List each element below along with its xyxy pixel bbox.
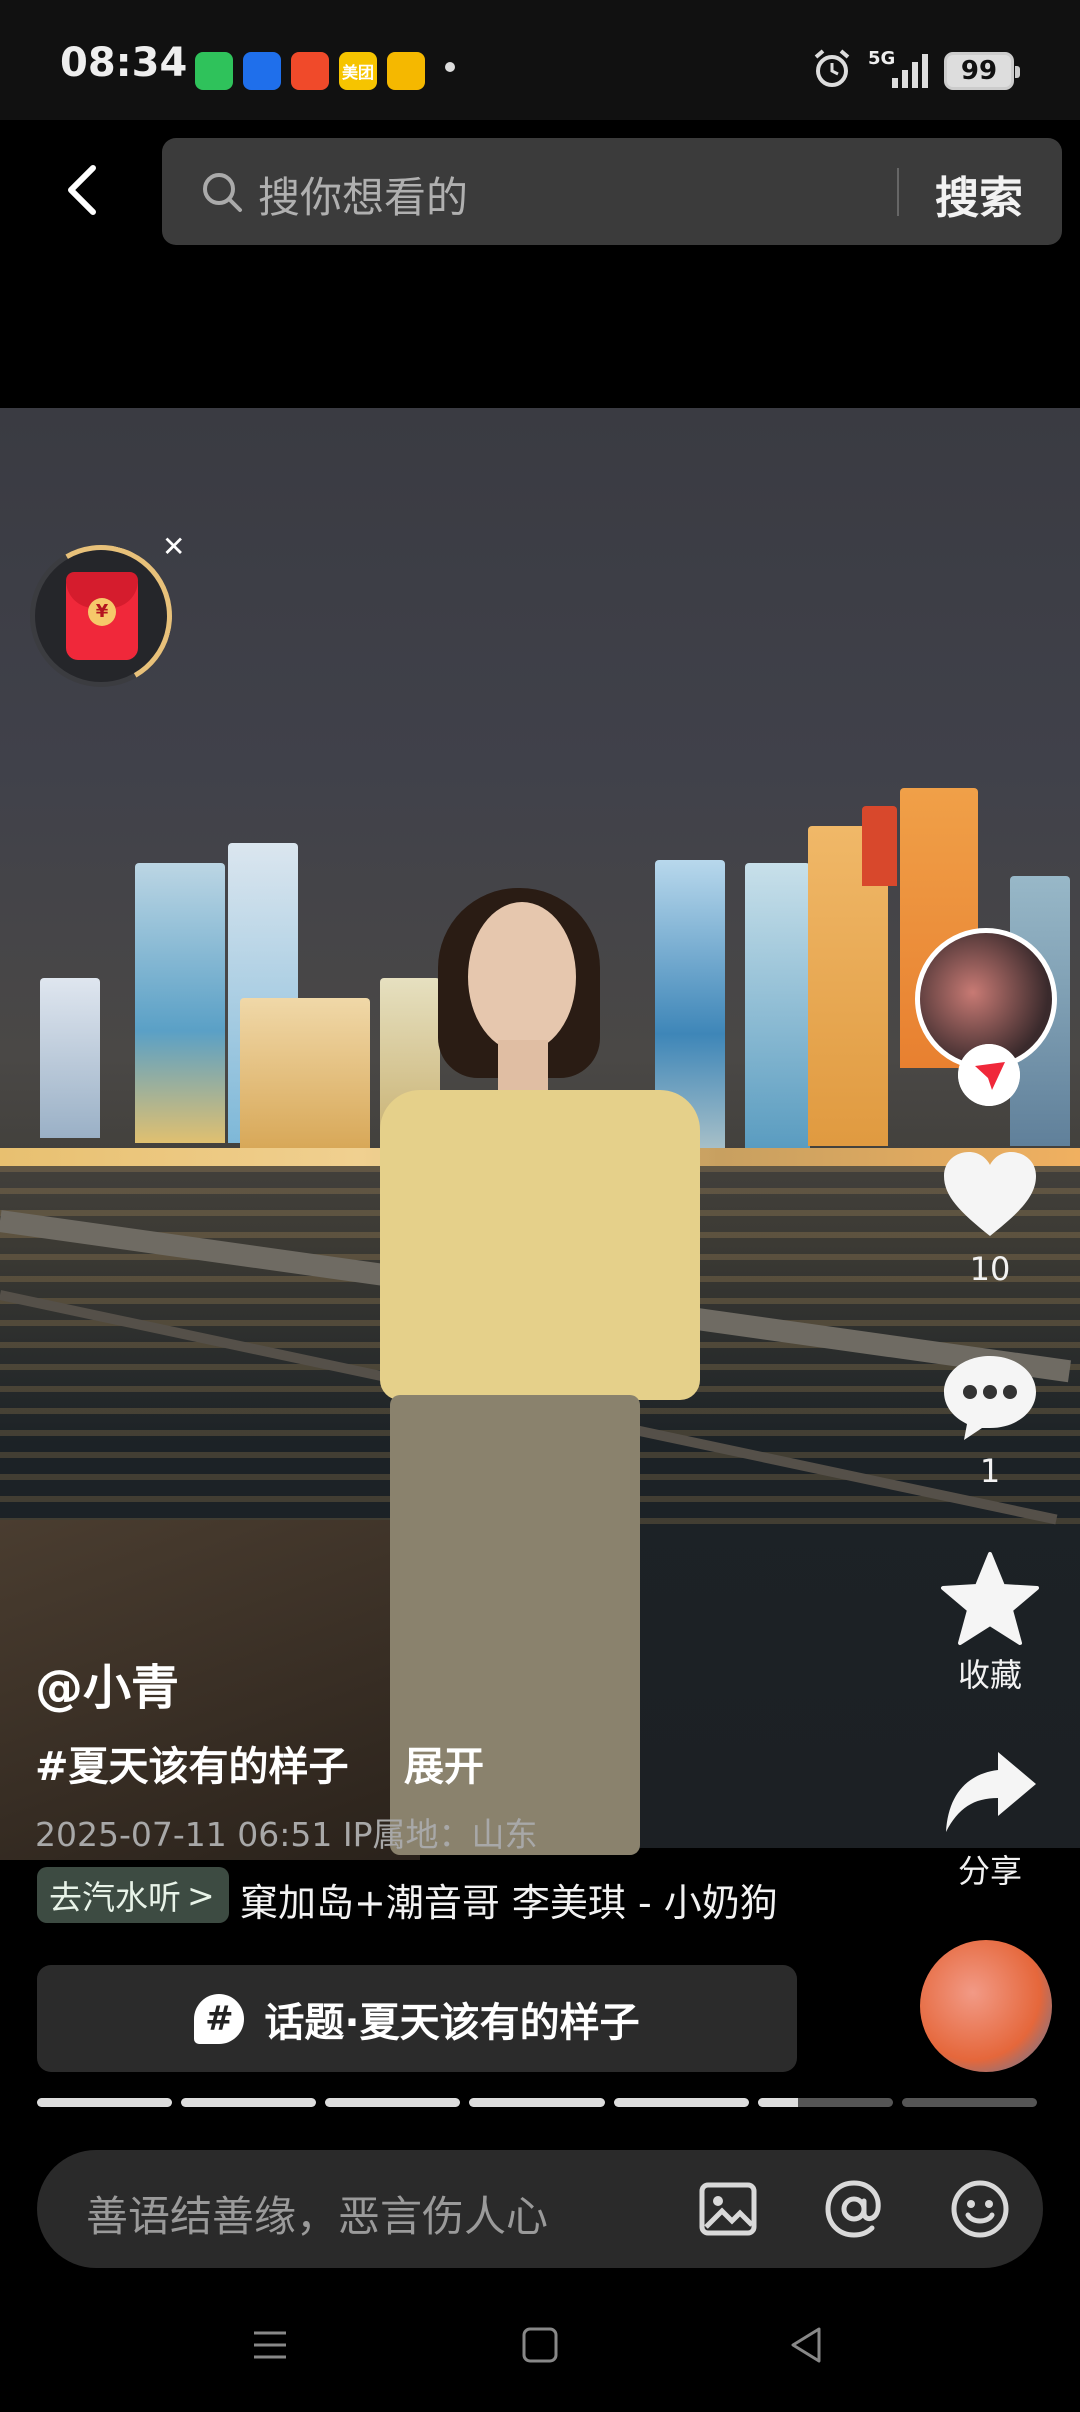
signal-icon: [892, 54, 928, 88]
progress-segment: [181, 2098, 317, 2107]
feishu-icon: [243, 52, 281, 90]
share-label: 分享: [957, 1852, 1022, 1890]
image-icon[interactable]: [696, 2177, 760, 2241]
image-progress-bar: [37, 2098, 1037, 2107]
building: [240, 998, 370, 1148]
topic-button[interactable]: # 话题·夏天该有的样子: [37, 1965, 797, 2072]
post-hashtag[interactable]: #夏天该有的样子: [35, 1734, 349, 1792]
comment-count: 1: [979, 1452, 1001, 1490]
like-count: 10: [969, 1250, 1011, 1288]
progress-segment: [613, 2098, 749, 2107]
music-track-title[interactable]: 窠加岛+潮音哥 李美琪 - 小奶狗: [240, 1872, 810, 1927]
home-icon[interactable]: [520, 2325, 560, 2365]
music-disc[interactable]: [920, 1940, 1052, 2072]
back-triangle-icon[interactable]: [785, 2325, 825, 2365]
back-arrow-icon[interactable]: [55, 160, 115, 220]
favorite-label: 收藏: [957, 1656, 1022, 1694]
listen-in-qishui-button[interactable]: 去汽水听 >: [37, 1867, 229, 1923]
progress-segment: [757, 2098, 893, 2107]
search-placeholder: 搜你想看的: [258, 173, 469, 222]
expand-caption-button[interactable]: 展开: [404, 1734, 484, 1792]
building: [40, 978, 100, 1138]
comment-button[interactable]: [940, 1350, 1040, 1444]
red-packet-coin: ¥: [88, 598, 116, 626]
building: [745, 863, 810, 1148]
menu-icon[interactable]: [250, 2325, 290, 2365]
search-icon: [203, 173, 242, 212]
weibo-icon: [387, 52, 425, 90]
video-app-icon: [291, 52, 329, 90]
wechat-icon: [195, 52, 233, 90]
follow-badge-icon[interactable]: [958, 1044, 1020, 1106]
mention-icon[interactable]: [822, 2177, 886, 2241]
building: [135, 863, 225, 1143]
topic-label: 话题·夏天该有的样子: [264, 1999, 640, 2046]
person-face: [468, 902, 576, 1052]
comment-placeholder: 善语结善缘，恶言伤人心: [86, 2192, 549, 2241]
chevron-right-icon: >: [187, 1875, 215, 1915]
red-packet-close-icon[interactable]: ✕: [162, 530, 185, 563]
favorite-button[interactable]: [940, 1550, 1040, 1646]
alarm-icon: [814, 49, 850, 87]
star-icon: [941, 1552, 1039, 1645]
progress-segment: [901, 2098, 1037, 2107]
hashtag-icon: #: [194, 1993, 245, 2044]
comment-icon: [944, 1356, 1036, 1440]
like-button[interactable]: [940, 1148, 1040, 1242]
progress-segment: [325, 2098, 461, 2107]
music-chip-label: 去汽水听: [49, 1878, 181, 1917]
post-meta: 2025-07-11 06:51 IP属地：山东: [35, 1815, 538, 1854]
author-name[interactable]: @小青: [35, 1648, 179, 1718]
emoji-icon[interactable]: [948, 2177, 1012, 2241]
status-time: 08:34: [60, 40, 188, 86]
progress-segment: [37, 2098, 173, 2107]
person-blouse: [380, 1090, 700, 1400]
search-button[interactable]: 搜索: [935, 162, 1023, 226]
more-notifications-dot: [445, 62, 455, 72]
search-divider: [897, 168, 899, 216]
progress-segment: [469, 2098, 605, 2107]
share-arrow-icon: [946, 1752, 1036, 1832]
battery-indicator: 99: [944, 52, 1020, 90]
meituan-icon: 美团: [339, 52, 377, 90]
heart-icon: [944, 1152, 1036, 1236]
building: [862, 806, 897, 886]
share-button[interactable]: [940, 1748, 1040, 1838]
